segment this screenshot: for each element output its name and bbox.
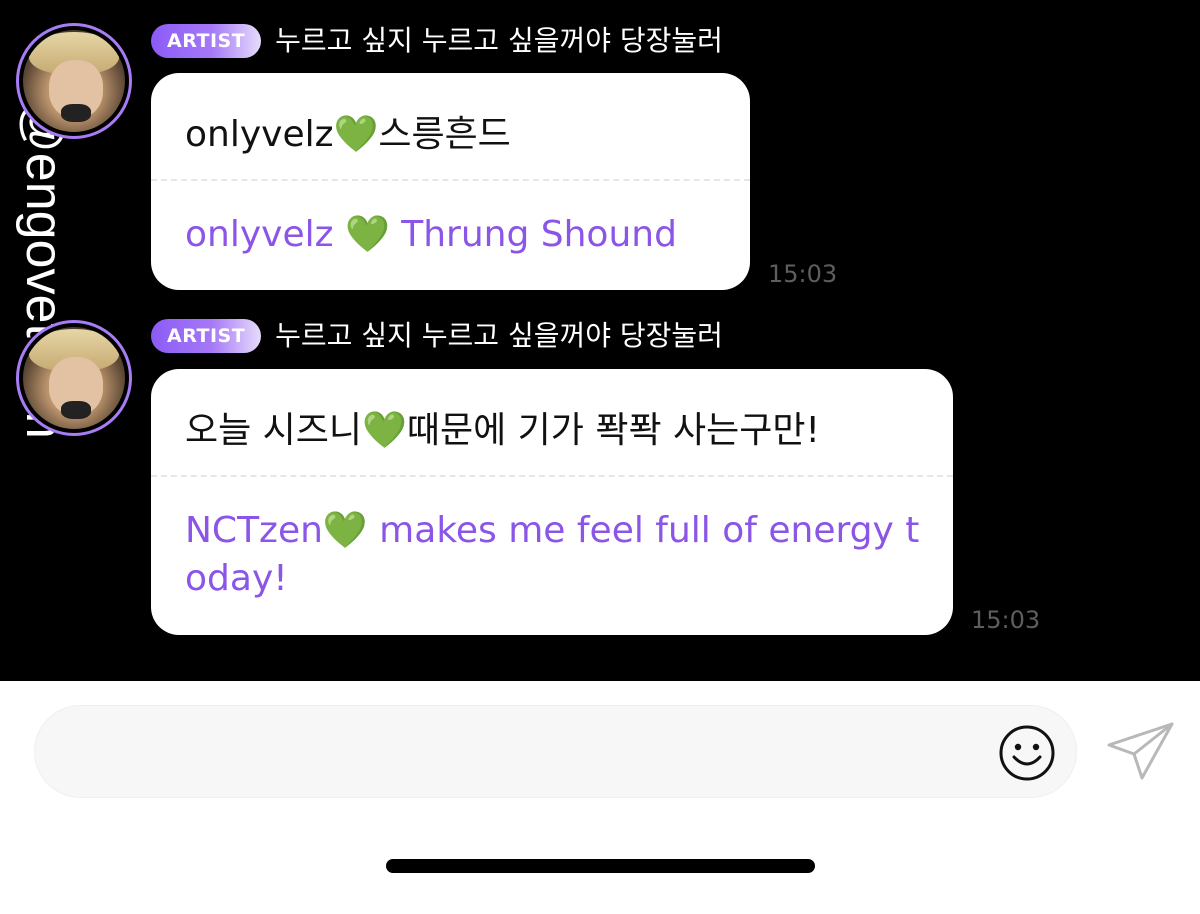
chat-area[interactable]: @engoveteam ARTIST 누르고 싶지 누르고 싶을꺼야 당장눌러 …: [0, 0, 1200, 681]
composer-bar: [0, 681, 1200, 914]
paper-plane-icon[interactable]: [1106, 721, 1176, 781]
artist-avatar[interactable]: [16, 23, 132, 139]
message-input[interactable]: [34, 705, 1077, 798]
sender-name: 누르고 싶지 누르고 싶을꺼야 당장눌러: [275, 319, 723, 352]
bubble-divider: [151, 475, 953, 477]
message-bubble[interactable]: onlyvelz💚스릉흔드 onlyvelz 💚 Thrung Shound: [151, 73, 750, 290]
artist-badge: ARTIST: [151, 24, 262, 58]
message-original-text: onlyvelz💚스릉흔드: [185, 114, 511, 155]
message-time: 15:03: [971, 606, 1041, 634]
bubble-divider: [151, 179, 750, 181]
smiley-icon[interactable]: [998, 724, 1056, 782]
message-header: ARTIST 누르고 싶지 누르고 싶을꺼야 당장눌러: [151, 24, 723, 58]
artist-avatar[interactable]: [16, 320, 132, 436]
artist-badge: ARTIST: [151, 319, 262, 353]
avatar-photo: [23, 30, 125, 132]
message-header: ARTIST 누르고 싶지 누르고 싶을꺼야 당장눌러: [151, 319, 723, 353]
message-original-text: 오늘 시즈니💚때문에 기가 퐉퐉 사는구만!: [185, 410, 820, 451]
message-translation-text: NCTzen💚 makes me feel full of energy tod…: [185, 510, 920, 599]
message-bubble[interactable]: 오늘 시즈니💚때문에 기가 퐉퐉 사는구만! NCTzen💚 makes me …: [151, 369, 953, 635]
avatar-photo: [23, 327, 125, 429]
home-indicator[interactable]: [386, 859, 815, 873]
sender-name: 누르고 싶지 누르고 싶을꺼야 당장눌러: [275, 24, 723, 57]
message-time: 15:03: [768, 260, 838, 288]
message-translation-text: onlyvelz 💚 Thrung Shound: [185, 214, 677, 255]
